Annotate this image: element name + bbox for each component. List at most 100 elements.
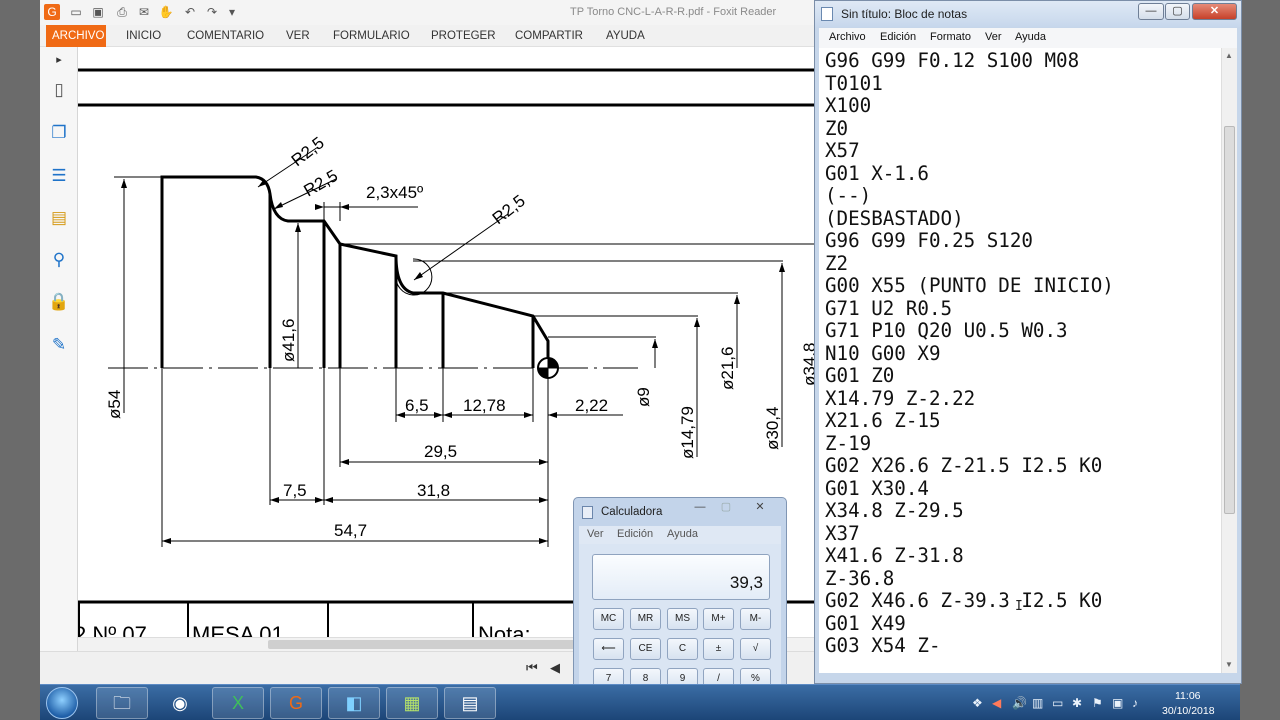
- dropbox-icon[interactable]: ❖: [972, 696, 983, 710]
- dim-diameter-30-4: ø30,4: [763, 407, 782, 450]
- dim-diameter-21-6: ø21,6: [718, 347, 737, 390]
- expand-panel-icon[interactable]: ▸: [48, 49, 70, 71]
- key-mr[interactable]: MR: [630, 608, 661, 630]
- close-icon[interactable]: ✕: [1192, 3, 1237, 20]
- calculator-display: 39,3: [592, 554, 770, 600]
- tab-ver[interactable]: VER: [280, 25, 316, 47]
- code-line: Z2: [825, 251, 849, 275]
- window-app-icon[interactable]: ◧: [328, 687, 380, 719]
- print-icon[interactable]: ⎙: [114, 4, 130, 20]
- vertical-scrollbar[interactable]: ▲ ▼: [1221, 48, 1237, 673]
- code-line: N10 G00 X9: [825, 341, 941, 365]
- dim-length-6-5: 6,5: [405, 396, 429, 415]
- tray-monitor-icon[interactable]: ▣: [1112, 696, 1123, 710]
- email-icon[interactable]: ✉: [136, 4, 152, 20]
- menu-ayuda[interactable]: Ayuda: [1015, 31, 1046, 43]
- code-line: G01 X49: [825, 611, 906, 635]
- menu-ver[interactable]: Ver: [985, 31, 1002, 43]
- security-lock-icon[interactable]: 🔒: [48, 291, 70, 313]
- redo-icon[interactable]: ↷: [204, 4, 220, 20]
- key-plus-minus[interactable]: ±: [703, 638, 734, 660]
- scroll-down-icon[interactable]: ▼: [1225, 660, 1233, 669]
- code-line: X34.8 Z-29.5: [825, 499, 964, 522]
- customize-quick-access-icon[interactable]: ▾: [224, 4, 240, 20]
- first-page-icon[interactable]: ⏮: [526, 660, 538, 676]
- scroll-up-icon[interactable]: ▲: [1225, 51, 1233, 60]
- chrome-icon[interactable]: ◉: [154, 687, 206, 719]
- maximize-icon[interactable]: ▢: [1165, 3, 1190, 20]
- key-sqrt[interactable]: √: [740, 638, 771, 660]
- code-line: X41.6 Z-31.8: [825, 544, 964, 567]
- tab-inicio[interactable]: INICIO: [120, 25, 167, 47]
- calculator-window: Calculadora — ▢ ✕ Ver Edición Ayuda 39,3…: [573, 497, 787, 687]
- file-explorer-icon[interactable]: 🗀: [96, 687, 148, 719]
- close-icon[interactable]: ✕: [746, 500, 774, 516]
- comments-icon[interactable]: ▤: [48, 207, 70, 229]
- pages-icon[interactable]: ❐: [48, 122, 70, 144]
- calculator-menu-bar: Ver Edición Ayuda: [579, 526, 781, 544]
- start-button-icon[interactable]: [46, 687, 78, 719]
- notepad-taskbar-icon[interactable]: ▦: [386, 687, 438, 719]
- clock-time[interactable]: 11:06: [1175, 690, 1201, 702]
- tab-formulario[interactable]: FORMULARIO: [327, 25, 416, 47]
- menu-edicion[interactable]: Edición: [880, 31, 916, 43]
- calculator-taskbar-icon[interactable]: ▤: [444, 687, 496, 719]
- tab-compartir[interactable]: COMPARTIR: [509, 25, 589, 47]
- code-line: X37: [825, 521, 860, 545]
- vertical-scroll-thumb[interactable]: [1224, 126, 1235, 514]
- page-thumbnail-icon[interactable]: ▯: [48, 79, 70, 101]
- tab-ayuda[interactable]: AYUDA: [600, 25, 651, 47]
- open-folder-icon[interactable]: ▭: [68, 4, 84, 20]
- key-mc[interactable]: MC: [593, 608, 624, 630]
- excel-icon[interactable]: X: [212, 687, 264, 719]
- minimize-icon[interactable]: —: [689, 500, 711, 516]
- menu-formato[interactable]: Formato: [930, 31, 971, 43]
- attachment-icon[interactable]: ⚲: [48, 249, 70, 271]
- save-icon[interactable]: ▣: [90, 4, 106, 20]
- tab-archivo[interactable]: ARCHIVO: [46, 25, 106, 47]
- bluetooth-icon[interactable]: ✱: [1072, 696, 1082, 710]
- notepad-text-area[interactable]: G96 G99 F0.12 S100 M08 T0101 X100 Z0 X57…: [819, 48, 1221, 673]
- key-ce[interactable]: CE: [630, 638, 661, 660]
- signature-icon[interactable]: ✎: [48, 334, 70, 356]
- code-line: G02 X46.6 Z-39.3 I2.5 K0: [825, 589, 1103, 612]
- key-m-plus[interactable]: M+: [703, 608, 734, 630]
- key-m-minus[interactable]: M-: [740, 608, 771, 630]
- maximize-icon: ▢: [720, 501, 732, 513]
- foxit-reader-icon[interactable]: G: [270, 687, 322, 719]
- key-c[interactable]: C: [667, 638, 698, 660]
- tray-app-icon[interactable]: ◀: [992, 696, 1001, 710]
- key-backspace[interactable]: ⟵: [593, 638, 624, 660]
- undo-icon[interactable]: ↶: [182, 4, 198, 20]
- notepad-menu-bar: Archivo Edición Formato Ver Ayuda: [819, 28, 1237, 48]
- action-center-flag-icon[interactable]: ⚑: [1092, 696, 1103, 710]
- notepad-window: Sin título: Bloc de notas — ▢ ✕ Archivo …: [814, 0, 1242, 684]
- dim-chamfer: 2,3x45º: [366, 183, 423, 202]
- calc-menu-ayuda[interactable]: Ayuda: [667, 528, 698, 540]
- tab-comentario[interactable]: COMENTARIO: [181, 25, 270, 47]
- tab-proteger[interactable]: PROTEGER: [425, 25, 502, 47]
- windows-taskbar: 🗀 ◉ X G ◧ ▦ ▤ ❖ ◀ 🔊 ▥ ▭ ✱ ⚑ ▣ ♪ 11:06 30…: [40, 684, 1240, 720]
- minimize-icon[interactable]: —: [1138, 3, 1164, 20]
- layers-icon[interactable]: ☰: [48, 165, 70, 187]
- horizontal-scroll-thumb[interactable]: [268, 640, 608, 649]
- menu-archivo[interactable]: Archivo: [829, 31, 866, 43]
- hand-tool-icon[interactable]: ✋: [158, 4, 174, 20]
- code-line: G96 G99 F0.25 S120: [825, 229, 1033, 252]
- code-line: X100: [825, 94, 872, 117]
- key-ms[interactable]: MS: [667, 608, 698, 630]
- dim-diameter-9: ø9: [634, 387, 653, 407]
- tray-speaker-icon[interactable]: ♪: [1132, 696, 1138, 710]
- previous-page-icon[interactable]: ◀: [550, 660, 560, 676]
- code-line: Z-36.8: [825, 566, 895, 590]
- code-line: G02 X26.6 Z-21.5 I2.5 K0: [825, 454, 1103, 477]
- volume-icon[interactable]: 🔊: [1012, 696, 1027, 710]
- code-line: G01 X30.4: [825, 476, 929, 500]
- dim-length-29-5: 29,5: [424, 442, 457, 461]
- clock-date[interactable]: 30/10/2018: [1162, 705, 1215, 717]
- foxit-logo-icon[interactable]: G: [44, 4, 60, 20]
- calc-menu-ver[interactable]: Ver: [587, 528, 604, 540]
- power-icon[interactable]: ▭: [1052, 696, 1063, 710]
- calc-menu-edicion[interactable]: Edición: [617, 528, 653, 540]
- network-icon[interactable]: ▥: [1032, 696, 1043, 710]
